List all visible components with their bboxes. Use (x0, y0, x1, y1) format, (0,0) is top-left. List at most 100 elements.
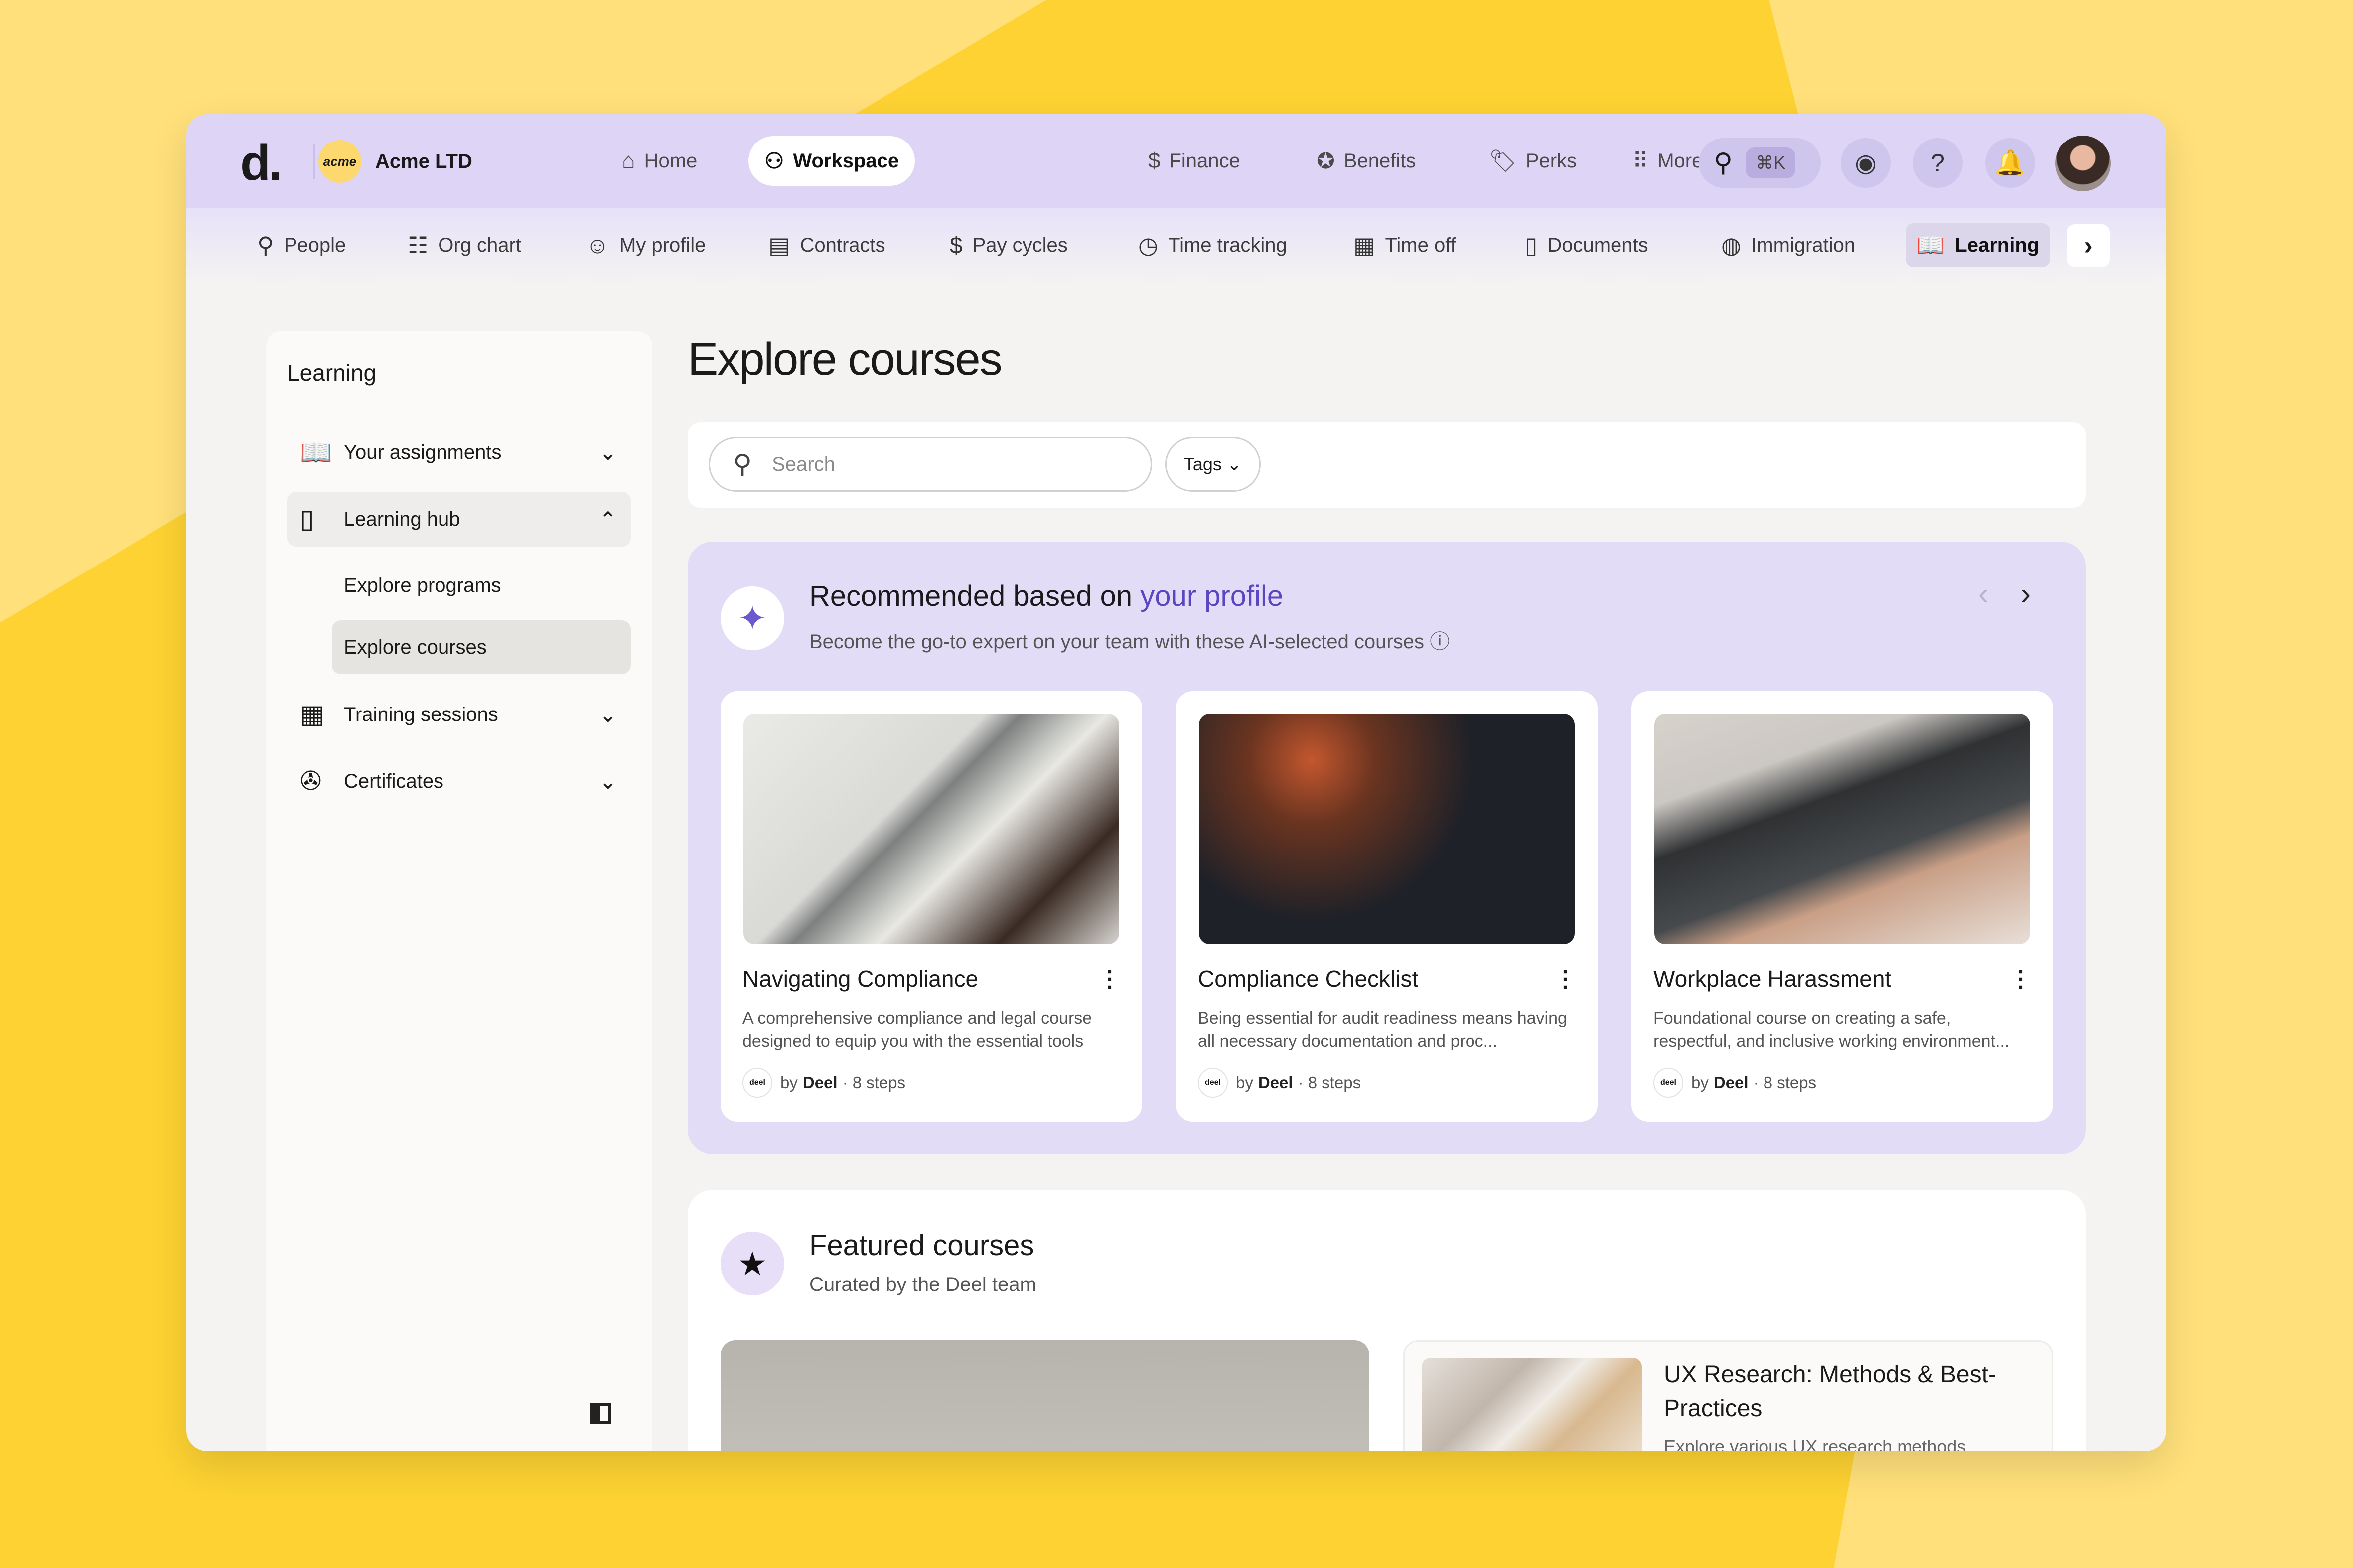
recommended-subtitle: Become the go-to expert on your team wit… (809, 631, 1450, 653)
subnav-immigration[interactable]: ◍ Immigration (1710, 223, 1866, 267)
steps-count: · 8 steps (1298, 1073, 1361, 1092)
subnav-next-button[interactable]: › (2067, 224, 2110, 267)
top-bar: d. acme Acme LTD ⌂ Home ⚇ Workspace $ Finan… (186, 114, 2166, 209)
course-title: Navigating Compliance (742, 966, 979, 992)
carousel-prev-button[interactable]: ‹ (1978, 576, 1988, 611)
tag-icon: 🏷 (1489, 149, 1517, 173)
avatar[interactable] (2055, 136, 2111, 191)
featured-course-card[interactable]: UX Research: Methods & Best-Practices Ex… (1403, 1340, 2053, 1451)
search-icon: ⚲ (1714, 148, 1733, 177)
org-switcher[interactable]: acme Acme LTD (318, 140, 472, 183)
nav-label: Home (644, 149, 698, 172)
document-icon: ▯ (1525, 232, 1538, 258)
more-options-icon[interactable]: ⋮ (2009, 965, 2032, 992)
subnav-contracts[interactable]: ▤ Contracts (757, 223, 896, 267)
award-icon: ✇ (300, 767, 322, 796)
sidebar-item-label: Training sessions (344, 703, 498, 725)
global-search-button[interactable]: ⚲ ⌘K (1699, 138, 1821, 188)
sidebar-item-label: Learning hub (344, 508, 460, 530)
search-input[interactable]: ⚲ Search (709, 437, 1152, 492)
deel-logo[interactable]: d. (240, 138, 283, 188)
sidebar-item-your-assignments[interactable]: 📖 Your assignments ⌄ (287, 425, 631, 480)
subnav-my-profile[interactable]: ☺ My profile (575, 223, 717, 267)
profile-link[interactable]: your profile (1140, 580, 1283, 612)
sidebar-sub-explore-courses[interactable]: Explore courses (332, 620, 631, 674)
by-label: by (780, 1073, 798, 1092)
nav-label: More (1657, 149, 1703, 172)
subnav-pay-cycles[interactable]: $ Pay cycles (939, 223, 1079, 267)
nav-label: Finance (1169, 149, 1240, 172)
chevron-down-icon: ⌄ (599, 703, 617, 726)
course-description: Explore various UX research methods (1664, 1436, 1966, 1451)
course-description: Foundational course on creating a safe, … (1653, 1009, 2010, 1051)
chevron-down-icon: ⌄ (599, 440, 617, 464)
subnav-learning[interactable]: 📖 Learning (1906, 223, 2051, 267)
preview-button[interactable]: ◉ (1841, 138, 1891, 188)
course-title: UX Research: Methods & Best-Practices (1664, 1361, 1996, 1422)
subnav-label: Pay cycles (972, 234, 1068, 256)
search-icon: ⚲ (733, 450, 752, 479)
course-card[interactable]: Workplace Harassment ⋮ Foundational cour… (1631, 691, 2053, 1122)
deel-logo-icon: deel (1653, 1068, 1683, 1098)
star-badge-icon: ✪ (1317, 148, 1335, 173)
help-button[interactable]: ? (1913, 138, 1963, 188)
carousel-next-button[interactable]: › (2021, 576, 2031, 611)
clock-icon: ◷ (1138, 232, 1159, 258)
sidebar-item-training-sessions[interactable]: ▦ Training sessions ⌄ (287, 687, 631, 742)
sidebar-title: Learning (287, 360, 377, 386)
learning-sidebar: Learning 📖 Your assignments ⌄ ▯ Learning… (266, 331, 652, 1451)
subnav-label: My profile (619, 234, 706, 256)
course-meta: deel by Deel · 8 steps (1198, 1068, 1361, 1098)
sidebar-item-label: Your assignments (344, 441, 502, 463)
tags-filter-button[interactable]: Tags ⌄ (1165, 437, 1261, 492)
featured-hero-card[interactable] (721, 1340, 1369, 1451)
subnav-label: Immigration (1751, 234, 1856, 256)
sidebar-sub-label: Explore programs (344, 574, 501, 596)
divider (313, 144, 315, 179)
deel-logo-icon: deel (742, 1068, 772, 1098)
book-icon: 📖 (1916, 232, 1945, 258)
subnav-label: People (284, 234, 346, 256)
chevron-right-icon: › (2084, 231, 2093, 260)
featured-subtitle: Curated by the Deel team (809, 1274, 1036, 1295)
subnav-people[interactable]: ⚲ People (246, 223, 357, 267)
recommended-title: Recommended based on your profile (809, 579, 1283, 613)
chevron-left-icon: ‹ (1978, 577, 1988, 610)
library-icon: ▯ (300, 505, 314, 534)
sidebar-item-certificates[interactable]: ✇ Certificates ⌄ (287, 754, 631, 809)
course-image (743, 714, 1119, 944)
course-meta: deel by Deel · 8 steps (742, 1068, 905, 1098)
subnav-org-chart[interactable]: ☷ Org chart (397, 223, 532, 267)
collapse-sidebar-icon[interactable] (590, 1403, 611, 1424)
subnav-time-tracking[interactable]: ◷ Time tracking (1127, 223, 1298, 267)
sidebar-sub-label: Explore courses (344, 636, 487, 658)
nav-workspace[interactable]: ⚇ Workspace (748, 136, 915, 186)
subnav-documents[interactable]: ▯ Documents (1514, 223, 1659, 267)
chevron-down-icon: ⌄ (599, 769, 617, 793)
book-open-icon: 📖 (300, 438, 332, 467)
chevron-right-icon: › (2021, 577, 2031, 610)
dollar-icon: $ (1148, 148, 1161, 173)
nav-label: Benefits (1343, 149, 1416, 172)
nav-finance[interactable]: $ Finance (1132, 136, 1256, 186)
more-options-icon[interactable]: ⋮ (1554, 965, 1577, 992)
course-meta: deel by Deel · 8 steps (1653, 1068, 1816, 1098)
course-card[interactable]: Navigating Compliance ⋮ A comprehensive … (721, 691, 1142, 1122)
more-options-icon[interactable]: ⋮ (1098, 965, 1121, 992)
nav-perks[interactable]: 🏷 Perks (1473, 136, 1593, 186)
sidebar-item-learning-hub[interactable]: ▯ Learning hub ⌃ (287, 492, 631, 547)
notifications-button[interactable]: 🔔 (1985, 138, 2035, 188)
subnav-time-off[interactable]: ▦ Time off (1342, 223, 1467, 267)
sidebar-sub-explore-programs[interactable]: Explore programs (332, 559, 631, 612)
subnav-label: Time tracking (1168, 234, 1287, 256)
author: Deel (1258, 1073, 1293, 1092)
nav-home[interactable]: ⌂ Home (606, 136, 713, 186)
app-window: d. acme Acme LTD ⌂ Home ⚇ Workspace $ Finan… (186, 114, 2166, 1451)
course-card[interactable]: Compliance Checklist ⋮ Being essential f… (1176, 691, 1598, 1122)
nav-benefits[interactable]: ✪ Benefits (1301, 136, 1432, 186)
home-icon: ⌂ (622, 148, 635, 173)
deel-logo-icon: deel (1198, 1068, 1228, 1098)
nav-label: Workspace (793, 149, 899, 172)
by-label: by (1236, 1073, 1253, 1092)
course-image (1422, 1358, 1642, 1451)
